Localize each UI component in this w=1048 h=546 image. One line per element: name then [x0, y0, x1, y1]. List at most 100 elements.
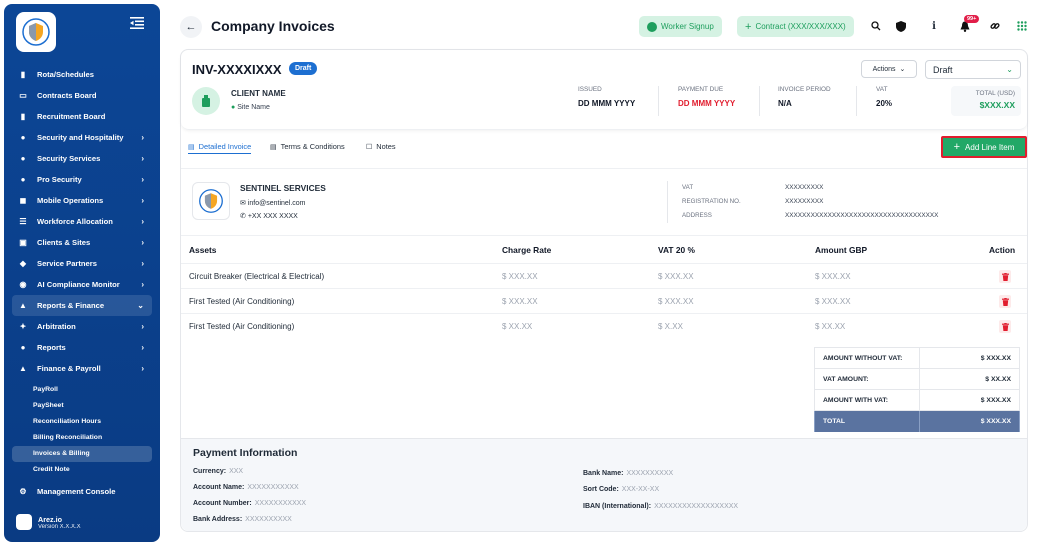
payment-label: Bank Address:: [193, 516, 243, 523]
sidebar-subitem-invoices-billing[interactable]: Invoices & Billing: [12, 446, 152, 462]
add-line-item-button[interactable]: + Add Line Item: [941, 136, 1027, 158]
sidebar-item-workforce-allocation[interactable]: ☰ Workforce Allocation ›: [12, 211, 152, 232]
shield-icon[interactable]: [892, 17, 910, 35]
clipboard-icon: ▮: [20, 70, 26, 79]
notification-badge: 99+: [964, 15, 980, 23]
delete-row-button[interactable]: [999, 270, 1011, 283]
apps-grid-icon[interactable]: [1013, 17, 1031, 35]
meta-label: INVOICE PERIOD: [778, 86, 831, 93]
payment-iban: IBAN (International): XXXXXXXXXXXXXXXXXX: [583, 503, 738, 510]
delete-row-button[interactable]: [999, 320, 1011, 333]
sidebar-item-ai-compliance-monitor[interactable]: ◉ AI Compliance Monitor ›: [12, 274, 152, 295]
sidebar-item-arbitration[interactable]: ✦ Arbitration ›: [12, 316, 152, 337]
tab-terms-conditions[interactable]: ▤ Terms & Conditions: [270, 142, 345, 151]
sidebar-item-finance-payroll[interactable]: ▲ Finance & Payroll ›: [12, 358, 152, 379]
col-header-action: Action: [989, 245, 1016, 255]
info-icon[interactable]: i: [925, 17, 943, 35]
registration-label: REGISTRATION NO.: [682, 198, 741, 205]
summary-label: AMOUNT WITHOUT VAT:: [814, 348, 919, 368]
payment-value: XXXXXXXXXXXXXXXXXX: [654, 503, 739, 510]
tab-detailed-invoice[interactable]: ▤ Detailed Invoice: [188, 142, 252, 154]
trash-icon: [1001, 322, 1009, 331]
chevron-right-icon: ›: [141, 364, 144, 373]
payment-account-number: Account Number: XXXXXXXXXXX: [193, 500, 306, 507]
sidebar-subitem-credit-note[interactable]: Credit Note: [12, 462, 152, 478]
summary-value: $ XXX.XX: [919, 390, 1020, 410]
issued-field: ISSUED DD MMM YYYY: [578, 86, 635, 108]
worker-signup-label: Worker Signup: [661, 22, 714, 31]
add-line-item-label: Add Line Item: [965, 142, 1015, 152]
sidebar-item-management-console[interactable]: ⚙ Management Console: [12, 481, 152, 502]
link-icon[interactable]: [986, 17, 1004, 35]
tab-notes[interactable]: ☐ Notes: [366, 142, 396, 151]
tab-label: Detailed Invoice: [198, 142, 252, 151]
user-profile[interactable]: Arez.io Version X.X.X.X: [16, 514, 81, 530]
table-cell: $ XXX.XX: [658, 272, 694, 281]
table-row: First Tested (Air Conditioning) $ XX.XX $ …: [181, 313, 1027, 338]
sidebar-item-label: Recruitment Board: [37, 112, 106, 121]
table-cell: $ XXX.XX: [815, 272, 851, 281]
trash-icon: [1001, 297, 1009, 306]
status-select-value: Draft: [933, 64, 953, 75]
status-select[interactable]: Draft ⌄: [925, 60, 1021, 79]
payment-information: Payment Information Currency: XXX Account…: [181, 438, 1027, 531]
sidebar-item-security-and-hospitality[interactable]: ● Security and Hospitality ›: [12, 127, 152, 148]
company-info: SENTINEL SERVICES ✉ info@sentinel.com ✆ …: [181, 168, 1027, 236]
app-logo[interactable]: [16, 12, 56, 52]
totals-summary: AMOUNT WITHOUT VAT: $ XXX.XX VAT AMOUNT:…: [814, 347, 1020, 432]
payment-title: Payment Information: [193, 447, 298, 459]
sidebar-item-rota-schedules[interactable]: ▮ Rota/Schedules: [12, 64, 152, 85]
building-icon: ▣: [19, 238, 27, 247]
sidebar-item-label: Pro Security: [37, 175, 82, 184]
chevron-right-icon: ›: [141, 196, 144, 205]
plus-icon: +: [745, 20, 752, 33]
col-header-vat: VAT 20 %: [658, 245, 695, 255]
sidebar-item-security-services[interactable]: ● Security Services ›: [12, 148, 152, 169]
delete-row-button[interactable]: [999, 295, 1011, 308]
chevron-right-icon: ›: [141, 343, 144, 352]
sidebar-item-recruitment-board[interactable]: ▮ Recruitment Board: [12, 106, 152, 127]
sidebar: ▮ Rota/Schedules ▭ Contracts Board ▮ Recruitm…: [4, 4, 160, 542]
search-icon[interactable]: [867, 17, 885, 35]
chevron-right-icon: ›: [141, 133, 144, 142]
sidebar-item-contracts-board[interactable]: ▭ Contracts Board: [12, 85, 152, 106]
sidebar-subitem-payroll[interactable]: PayRoll: [12, 382, 152, 398]
chevron-right-icon: ›: [141, 259, 144, 268]
app-version: Version X.X.X.X: [38, 523, 81, 530]
site-name: ● Site Name: [231, 104, 270, 111]
chevron-right-icon: ›: [141, 280, 144, 289]
divider: [759, 86, 760, 116]
table-cell: $ XXX.XX: [502, 297, 538, 306]
meta-label: PAYMENT DUE: [678, 86, 724, 93]
contract-icon: ▭: [19, 91, 27, 100]
car-icon: ◼: [19, 196, 27, 205]
sidebar-item-mobile-operations[interactable]: ◼ Mobile Operations ›: [12, 190, 152, 211]
col-header-assets: Assets: [189, 245, 217, 255]
sidebar-item-label: Clients & Sites: [37, 238, 91, 247]
sidebar-item-clients-sites[interactable]: ▣ Clients & Sites ›: [12, 232, 152, 253]
back-button[interactable]: ←: [180, 16, 202, 38]
sidebar-item-reports-finance[interactable]: ▲ Reports & Finance ⌄: [12, 295, 152, 316]
menu-collapse-icon[interactable]: [130, 16, 146, 30]
table-cell: First Tested (Air Conditioning): [189, 297, 295, 306]
chevron-right-icon: ›: [141, 154, 144, 163]
bell-icon[interactable]: 99+: [956, 15, 980, 35]
chevron-down-icon: ⌄: [137, 301, 144, 310]
sidebar-item-reports[interactable]: ● Reports ›: [12, 337, 152, 358]
contract-button[interactable]: + Contract (XXX/XXX/XXX): [737, 16, 854, 37]
sidebar-item-service-partners[interactable]: ◆ Service Partners ›: [12, 253, 152, 274]
summary-value: $ XXX.XX: [919, 348, 1020, 368]
worker-signup-button[interactable]: Worker Signup: [639, 16, 722, 37]
meta-value: N/A: [778, 99, 792, 108]
company-phone-value: +XX XXX XXXX: [247, 213, 298, 220]
actions-dropdown[interactable]: Actions ⌄: [861, 60, 917, 78]
tab-label: Terms & Conditions: [280, 142, 345, 151]
sidebar-subitem-reconciliation-hours[interactable]: Reconciliation Hours: [12, 414, 152, 430]
summary-label: VAT AMOUNT:: [814, 369, 919, 389]
company-name: SENTINEL SERVICES: [240, 183, 326, 193]
divider: [658, 86, 659, 116]
sidebar-subitem-billing-reconciliation[interactable]: Billing Reconciliation: [12, 430, 152, 446]
sidebar-item-pro-security[interactable]: ● Pro Security ›: [12, 169, 152, 190]
summary-value: $ XXX.XX: [919, 411, 1020, 432]
sidebar-subitem-paysheet[interactable]: PaySheet: [12, 398, 152, 414]
